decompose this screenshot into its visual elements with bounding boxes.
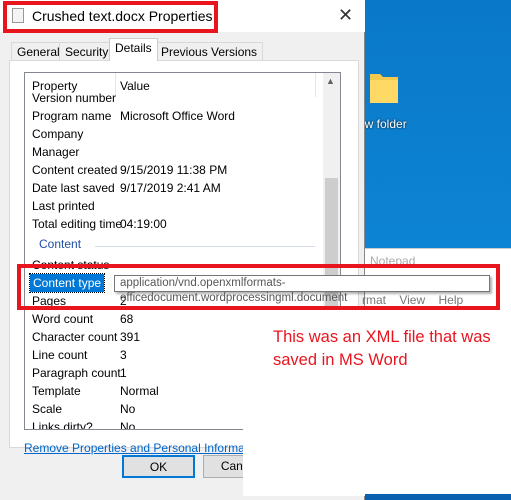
table-row[interactable]: Total editing time 04:19:00 bbox=[25, 215, 321, 233]
property-value: 391 bbox=[120, 330, 141, 344]
property-value: No bbox=[120, 420, 136, 430]
remove-properties-link[interactable]: Remove Properties and Personal Informati… bbox=[24, 441, 264, 455]
tab-security[interactable]: Security bbox=[59, 42, 115, 60]
folder-icon[interactable] bbox=[368, 68, 400, 106]
close-icon[interactable]: ✕ bbox=[338, 5, 353, 26]
property-name: Scale bbox=[32, 402, 63, 416]
tab-general[interactable]: General bbox=[11, 42, 66, 60]
property-name: Links dirty? bbox=[32, 420, 93, 430]
property-name: Last printed bbox=[32, 199, 95, 213]
property-name: Date last saved bbox=[32, 181, 115, 195]
property-name: Word count bbox=[32, 312, 94, 326]
property-name: Character count bbox=[32, 330, 118, 344]
property-name: Paragraph count bbox=[32, 366, 121, 380]
property-name: Version number bbox=[32, 91, 117, 105]
taskbar-strip bbox=[365, 494, 511, 500]
table-row[interactable]: Content created 9/15/2019 11:38 PM bbox=[25, 161, 321, 179]
table-row[interactable]: Manager bbox=[25, 143, 321, 161]
property-name: Line count bbox=[32, 348, 88, 362]
content-type-tooltip: application/vnd.openxmlformats-officedoc… bbox=[114, 275, 490, 304]
section-heading: Content bbox=[39, 237, 82, 251]
table-row[interactable]: Date last saved 9/17/2019 2:41 AM bbox=[25, 179, 321, 197]
property-value: No bbox=[120, 402, 136, 416]
property-value: 68 bbox=[120, 312, 134, 326]
tab-previous-versions[interactable]: Previous Versions bbox=[155, 42, 264, 60]
highlight-box-title bbox=[3, 1, 218, 33]
property-value: 3 bbox=[120, 348, 127, 362]
property-value: Microsoft Office Word bbox=[120, 109, 235, 123]
property-name: Total editing time bbox=[32, 217, 123, 231]
ok-button[interactable]: OK bbox=[122, 455, 195, 478]
annotation-box: This was an XML file that was saved in M… bbox=[243, 308, 511, 496]
table-row[interactable]: Company bbox=[25, 125, 321, 143]
section-divider bbox=[95, 246, 315, 247]
annotation-text: This was an XML file that was saved in M… bbox=[273, 328, 491, 369]
property-value: 9/17/2019 2:41 AM bbox=[120, 181, 221, 195]
table-row[interactable]: Last printed bbox=[25, 197, 321, 215]
table-row[interactable]: Version number bbox=[25, 89, 321, 107]
property-name: Company bbox=[32, 127, 84, 141]
property-value: 1 bbox=[120, 366, 127, 380]
tab-details[interactable]: Details bbox=[109, 38, 158, 61]
property-name: Template bbox=[32, 384, 81, 398]
table-row[interactable]: Program name Microsoft Office Word bbox=[25, 107, 321, 125]
folder-label[interactable]: ew folder bbox=[358, 117, 407, 131]
property-value: 04:19:00 bbox=[120, 217, 167, 231]
scroll-up-icon[interactable]: ▲ bbox=[326, 76, 335, 86]
property-value: 9/15/2019 11:38 PM bbox=[120, 163, 228, 177]
property-name: Manager bbox=[32, 145, 80, 159]
property-name: Program name bbox=[32, 109, 112, 123]
property-name: Content created bbox=[32, 163, 118, 177]
property-value: Normal bbox=[120, 384, 159, 398]
